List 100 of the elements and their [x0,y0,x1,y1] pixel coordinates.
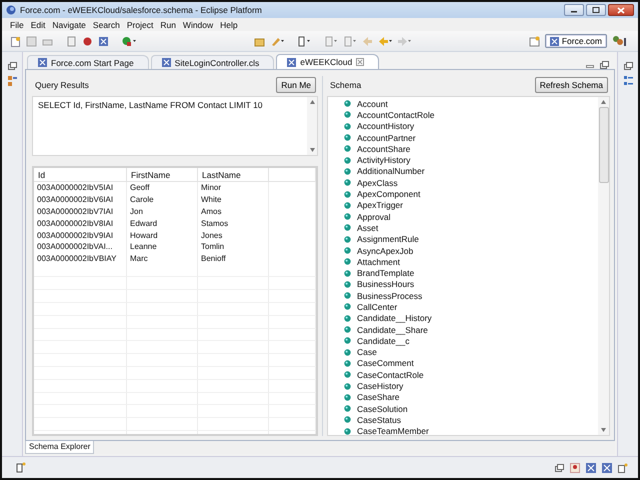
table-cell: Amos [198,206,268,218]
scrollbar[interactable] [598,97,609,435]
open-perspective-icon[interactable] [528,36,540,46]
panel-title: Schema [330,80,362,90]
object-icon [344,405,351,412]
editor-tab[interactable]: eWEEKCloud [276,54,380,69]
menu-item[interactable]: Edit [30,20,46,30]
new-file-icon[interactable] [10,36,21,46]
back-arrow-icon[interactable] [378,36,392,46]
tree-item[interactable]: AdditionalNumber [357,166,425,176]
table-cell: 003A0000002IbV9IAI [34,229,126,241]
perspective-button[interactable]: Force.com [544,34,607,48]
tree-item[interactable]: ApexClass [357,178,398,188]
object-icon [344,100,351,108]
tree-item[interactable]: ApexComponent [357,189,420,200]
tree-item[interactable]: BrandTemplate [357,268,414,278]
folder-icon[interactable] [254,36,265,46]
menu-item[interactable]: File [10,20,24,30]
object-icon [344,314,351,322]
x-square-icon [38,58,47,67]
editor-tab[interactable]: SiteLoginController.cls [150,55,274,69]
tree-item[interactable]: CallCenter [357,302,398,312]
view-tab[interactable]: Schema Explorer [25,441,94,454]
page-icon[interactable] [324,36,338,46]
menu-item[interactable]: Navigate [52,20,86,30]
x-square-icon[interactable] [602,462,612,472]
document-icon[interactable] [66,36,77,46]
tree-item[interactable]: Asset [357,222,378,233]
column-header[interactable]: LastName [198,168,268,182]
minimize-icon[interactable] [586,63,594,69]
tree-item[interactable]: CaseShare [357,392,400,402]
outline-icon[interactable] [8,76,16,86]
scroll-up-icon[interactable] [601,100,606,104]
tree-item[interactable]: Account [357,98,388,109]
object-icon [344,258,351,266]
object-icon [344,224,351,232]
device-icon[interactable] [296,36,311,46]
object-icon [344,428,351,435]
close-button[interactable] [608,4,634,16]
tree-item[interactable]: CaseHistory [357,381,404,392]
editor-tab[interactable]: Force.com Start Page [27,55,149,69]
tree-item[interactable]: Candidate__History [357,313,432,324]
tree-item[interactable]: AccountPartner [357,132,416,143]
page-icon[interactable] [342,36,357,46]
tree-item[interactable]: CaseStatus [357,414,401,425]
outline-icon[interactable] [624,76,632,86]
scroll-thumb[interactable] [598,107,608,183]
object-icon [344,348,351,356]
tree-item[interactable]: CaseComment [357,358,414,368]
x-square-icon[interactable] [586,462,596,472]
maximize-button[interactable] [586,4,606,16]
refresh-schema-button[interactable]: Refresh Schema [534,76,608,92]
close-icon[interactable] [356,58,364,66]
tree-item[interactable]: Case [357,347,377,358]
menu-item[interactable]: Window [182,20,214,30]
tree-item[interactable]: AsyncApexJob [357,246,414,256]
menu-item[interactable]: Project [126,20,154,30]
tree-item[interactable]: CaseSolution [357,404,408,414]
table-cell: Leanne [126,240,198,253]
menu-item[interactable]: Run [160,20,176,30]
menu-item[interactable]: Help [220,20,238,30]
table-cell: Edward [126,217,198,230]
tree-item[interactable]: AccountHistory [357,121,414,132]
device-icon[interactable] [16,462,26,473]
minimize-button[interactable] [564,4,584,16]
tree-item[interactable]: Attachment [357,256,400,267]
scroll-down-icon[interactable] [601,428,606,432]
close-icon [617,6,625,14]
object-icon [344,202,351,209]
tree-item[interactable]: AssignmentRule [357,234,419,244]
tree-item[interactable]: BusinessProcess [357,290,422,301]
tree-item[interactable]: AccountShare [357,144,410,154]
tree-item[interactable]: ActivityHistory [357,155,410,166]
tree-item[interactable]: CaseContactRole [357,370,424,380]
run-button[interactable]: Run Me [276,76,316,92]
document-icon[interactable] [618,462,628,472]
tree-item[interactable]: Approval [357,212,391,222]
restore-icon[interactable] [8,62,16,70]
tree-item[interactable]: Candidate__Share [357,324,428,335]
app-icon [6,5,16,15]
tree-item[interactable]: Candidate__c [357,336,410,346]
object-icon [344,326,351,334]
tree-item[interactable]: CaseTeamMember [357,426,429,435]
maximize-icon[interactable] [600,61,609,69]
column-header[interactable]: FirstName [126,168,198,182]
x-square-icon [162,58,171,67]
table-cell: White [198,194,268,206]
restore-icon[interactable] [624,62,632,70]
menu-item[interactable]: Search [92,20,120,30]
tree-item[interactable]: AccountContactRole [357,110,434,120]
object-icon [344,303,351,310]
tree-item[interactable]: ApexTrigger [357,200,403,210]
table-cell: 003A0000002IbV6IAI [34,194,126,206]
restore-icon[interactable] [555,464,564,472]
tree-item[interactable]: BusinessHours [357,279,414,290]
object-icon [344,270,351,277]
pencil-icon[interactable] [270,36,284,46]
column-header[interactable]: Id [34,168,126,182]
x-square-icon[interactable] [98,36,109,46]
table-cell: Marc [126,252,198,265]
